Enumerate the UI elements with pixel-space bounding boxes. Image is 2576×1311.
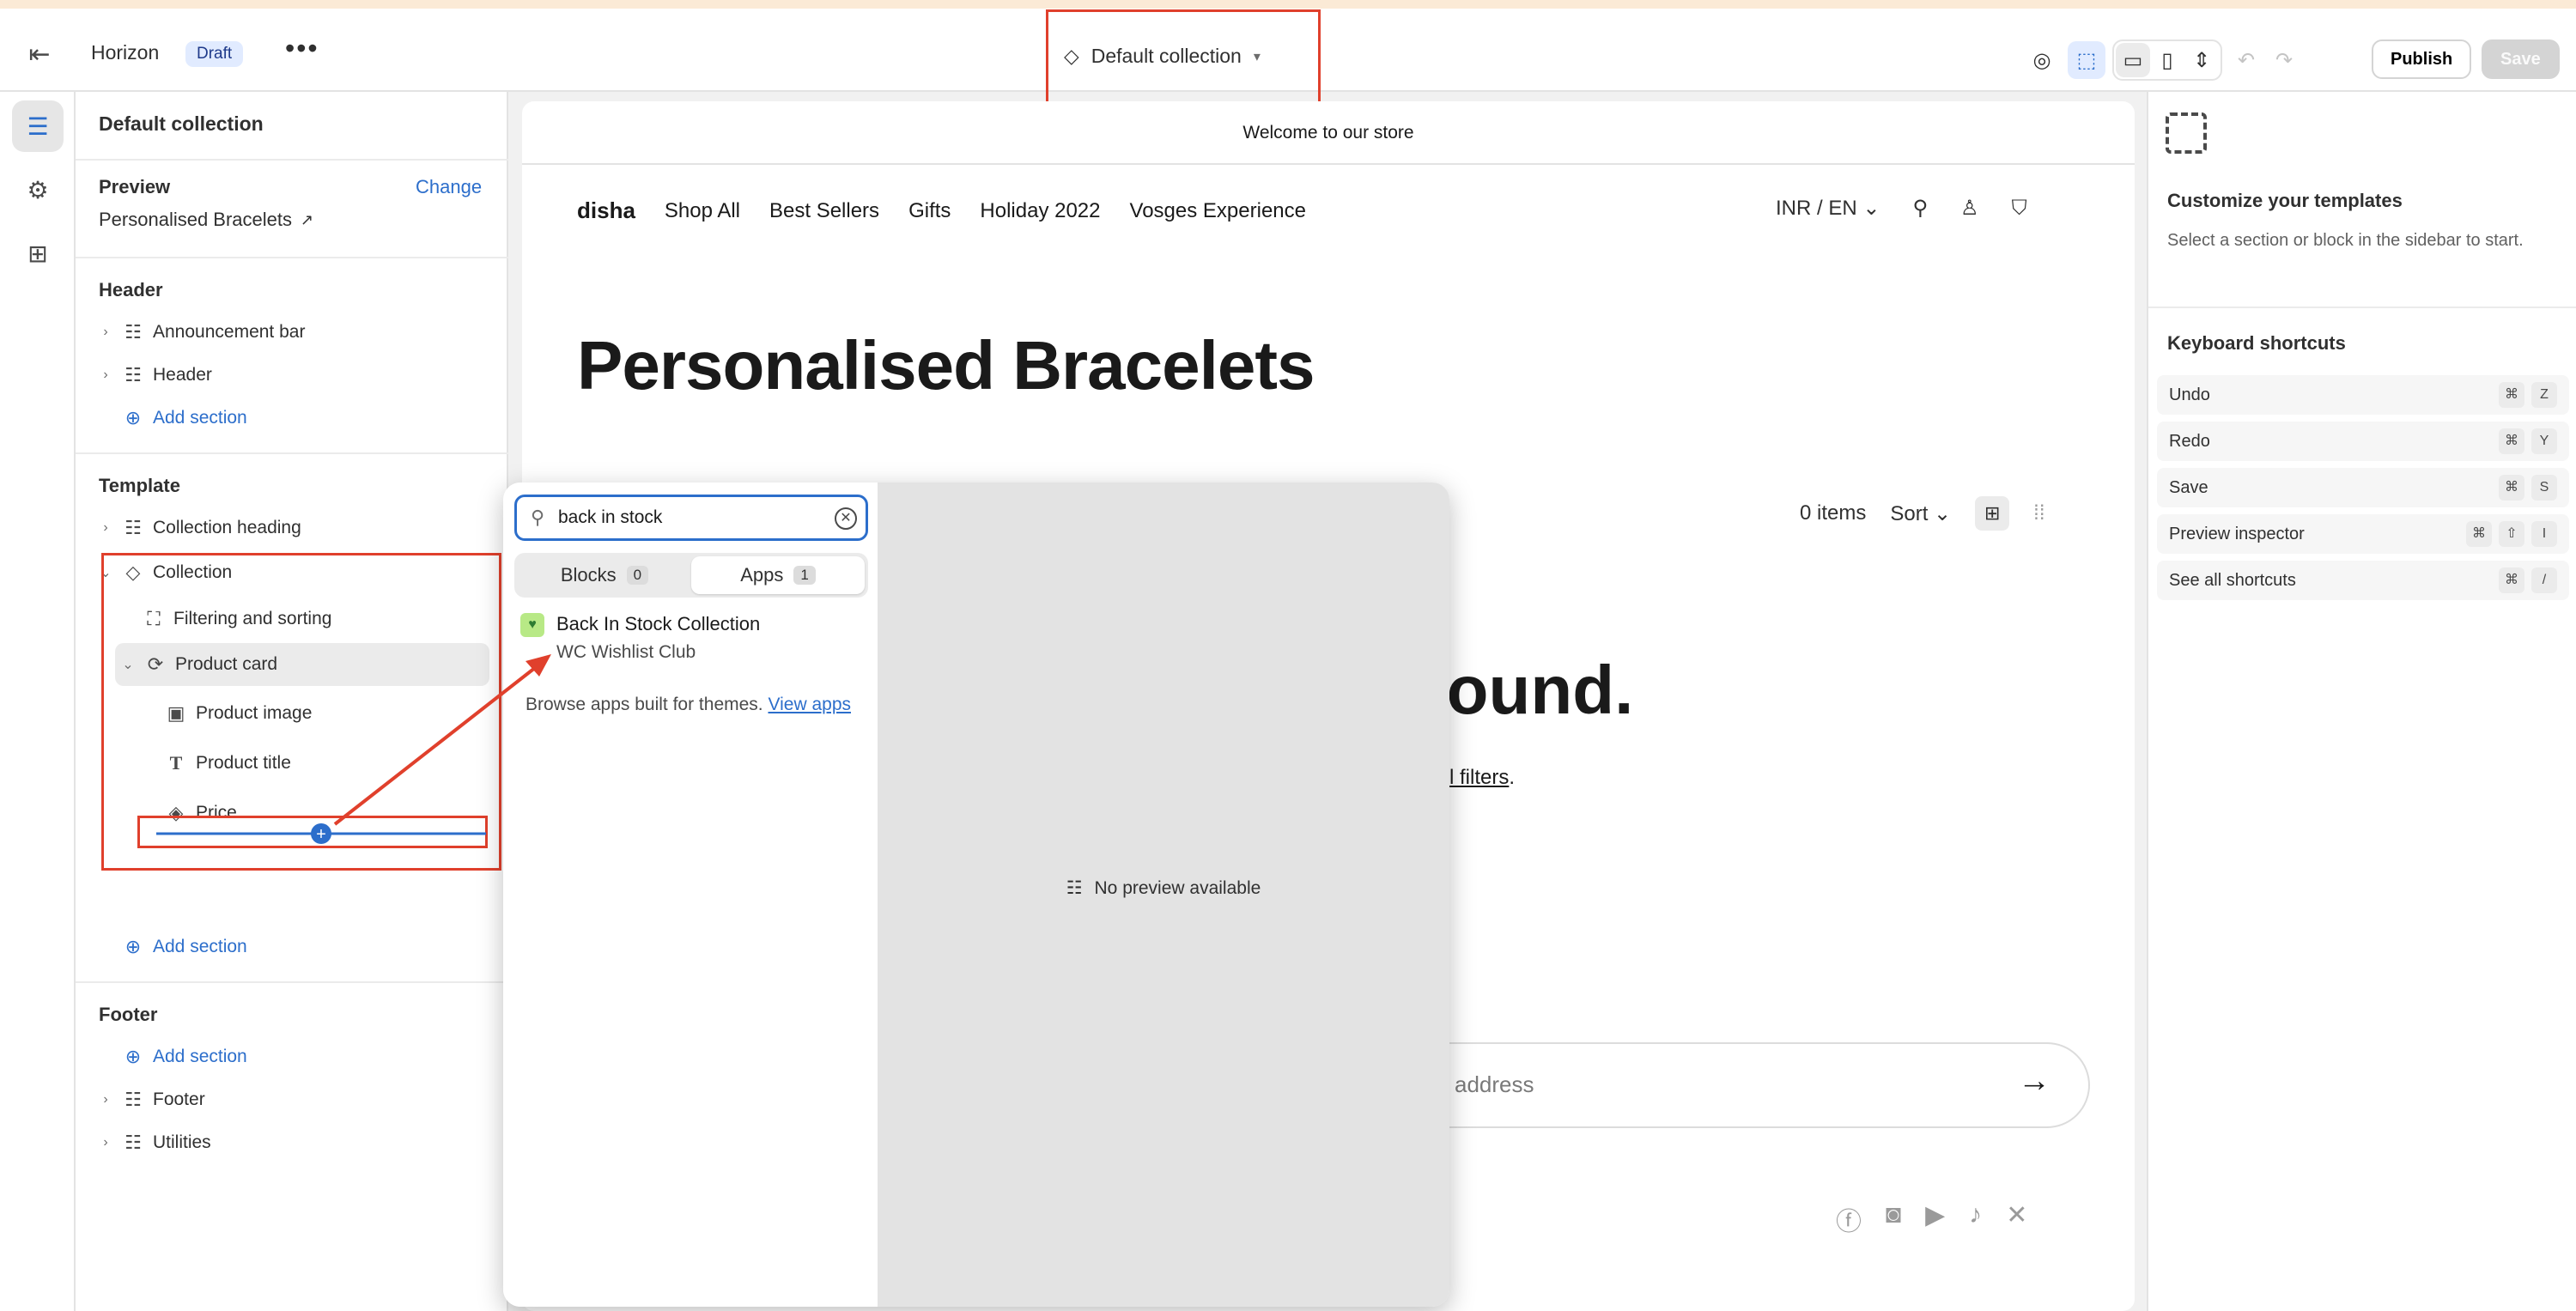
insert-plus-glyph: + xyxy=(316,825,326,844)
annotation-arrow-line xyxy=(333,663,541,826)
annotation-overlay: + xyxy=(156,654,551,844)
